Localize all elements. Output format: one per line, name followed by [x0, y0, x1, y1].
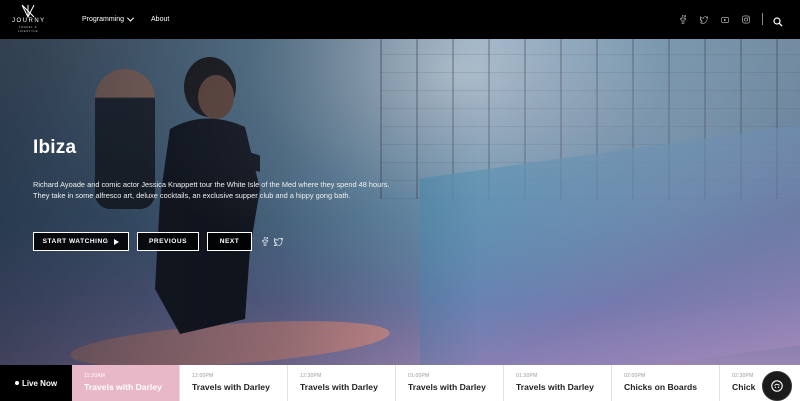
- hero-description: Richard Ayoade and comic actor Jessica K…: [33, 180, 390, 200]
- chat-button[interactable]: [762, 371, 792, 401]
- nav-item-label: About: [151, 16, 170, 23]
- start-watching-button[interactable]: START WATCHING: [33, 232, 129, 251]
- nav-item-about[interactable]: About: [151, 16, 169, 23]
- chat-icon: [771, 380, 783, 392]
- slot-title: Travels with Darley: [408, 382, 486, 392]
- slot-time: 12:00PM: [192, 373, 214, 379]
- slot-title: Travels with Darley: [516, 382, 594, 392]
- schedule-slot[interactable]: 01:30PM Travels with Darley: [504, 365, 612, 401]
- schedule-slot[interactable]: 11:30AM Travels with Darley: [72, 365, 180, 401]
- play-icon: [114, 238, 120, 245]
- search-icon[interactable]: [773, 14, 783, 27]
- facebook-icon[interactable]: [262, 233, 268, 251]
- chevron-down-icon: [126, 14, 135, 22]
- schedule-slot[interactable]: 01:00PM Travels with Darley: [396, 365, 504, 401]
- slot-time: 01:00PM: [408, 373, 430, 379]
- youtube-icon[interactable]: [721, 16, 729, 24]
- logo[interactable]: JOURNY TRAVEL & LIFESTYLE: [12, 4, 44, 34]
- top-nav: JOURNY TRAVEL & LIFESTYLE Programming Ab…: [0, 0, 800, 39]
- previous-button[interactable]: PREVIOUS: [137, 232, 199, 251]
- share-links: [262, 233, 283, 251]
- schedule-slot[interactable]: 12:30PM Travels with Darley: [288, 365, 396, 401]
- slot-time: 01:30PM: [516, 373, 538, 379]
- nav-item-programming[interactable]: Programming: [82, 14, 135, 23]
- next-label: NEXT: [219, 238, 240, 245]
- logo-word: JOURNY: [12, 18, 46, 24]
- slot-title: Chicks on Boards: [624, 382, 698, 392]
- start-watching-label: START WATCHING: [42, 238, 109, 245]
- twitter-icon[interactable]: [273, 233, 283, 251]
- logo-mark-icon: [21, 4, 35, 18]
- next-button[interactable]: NEXT: [207, 232, 252, 251]
- logo-subtitle: TRAVEL & LIFESTYLE: [17, 25, 39, 33]
- slot-title: Travels with Darley: [300, 382, 378, 392]
- slot-time: 12:30PM: [300, 373, 322, 379]
- social-links: [679, 0, 750, 39]
- instagram-icon[interactable]: [742, 15, 750, 24]
- slot-time: 11:30AM: [84, 373, 106, 379]
- previous-label: PREVIOUS: [148, 238, 188, 245]
- slot-title: Travels with Darley: [84, 382, 162, 392]
- hero-banner: Ibiza Richard Ayoade and comic actor Jes…: [0, 39, 800, 365]
- live-now-button[interactable]: Live Now: [0, 365, 72, 401]
- hero-content: Ibiza Richard Ayoade and comic actor Jes…: [33, 137, 413, 201]
- nav-divider: [762, 13, 763, 25]
- hero-actions: START WATCHING PREVIOUS NEXT: [33, 232, 283, 251]
- nav-item-label: Programming: [82, 16, 125, 23]
- live-dot-icon: [14, 381, 19, 385]
- facebook-icon[interactable]: [679, 15, 687, 24]
- schedule-slot[interactable]: 02:00PM Chicks on Boards: [612, 365, 720, 401]
- live-now-label: Live Now: [21, 378, 58, 388]
- schedule-slot[interactable]: 12:00PM Travels with Darley: [180, 365, 288, 401]
- slot-time: 02:00PM: [624, 373, 646, 379]
- twitter-icon[interactable]: [700, 15, 708, 24]
- hero-title: Ibiza: [33, 137, 77, 158]
- nav-links: Programming About: [82, 0, 169, 39]
- schedule-bar: Live Now 11:30AM Travels with Darley 12:…: [0, 365, 800, 401]
- hero-overlay: [0, 39, 800, 365]
- slot-title: Travels with Darley: [192, 382, 270, 392]
